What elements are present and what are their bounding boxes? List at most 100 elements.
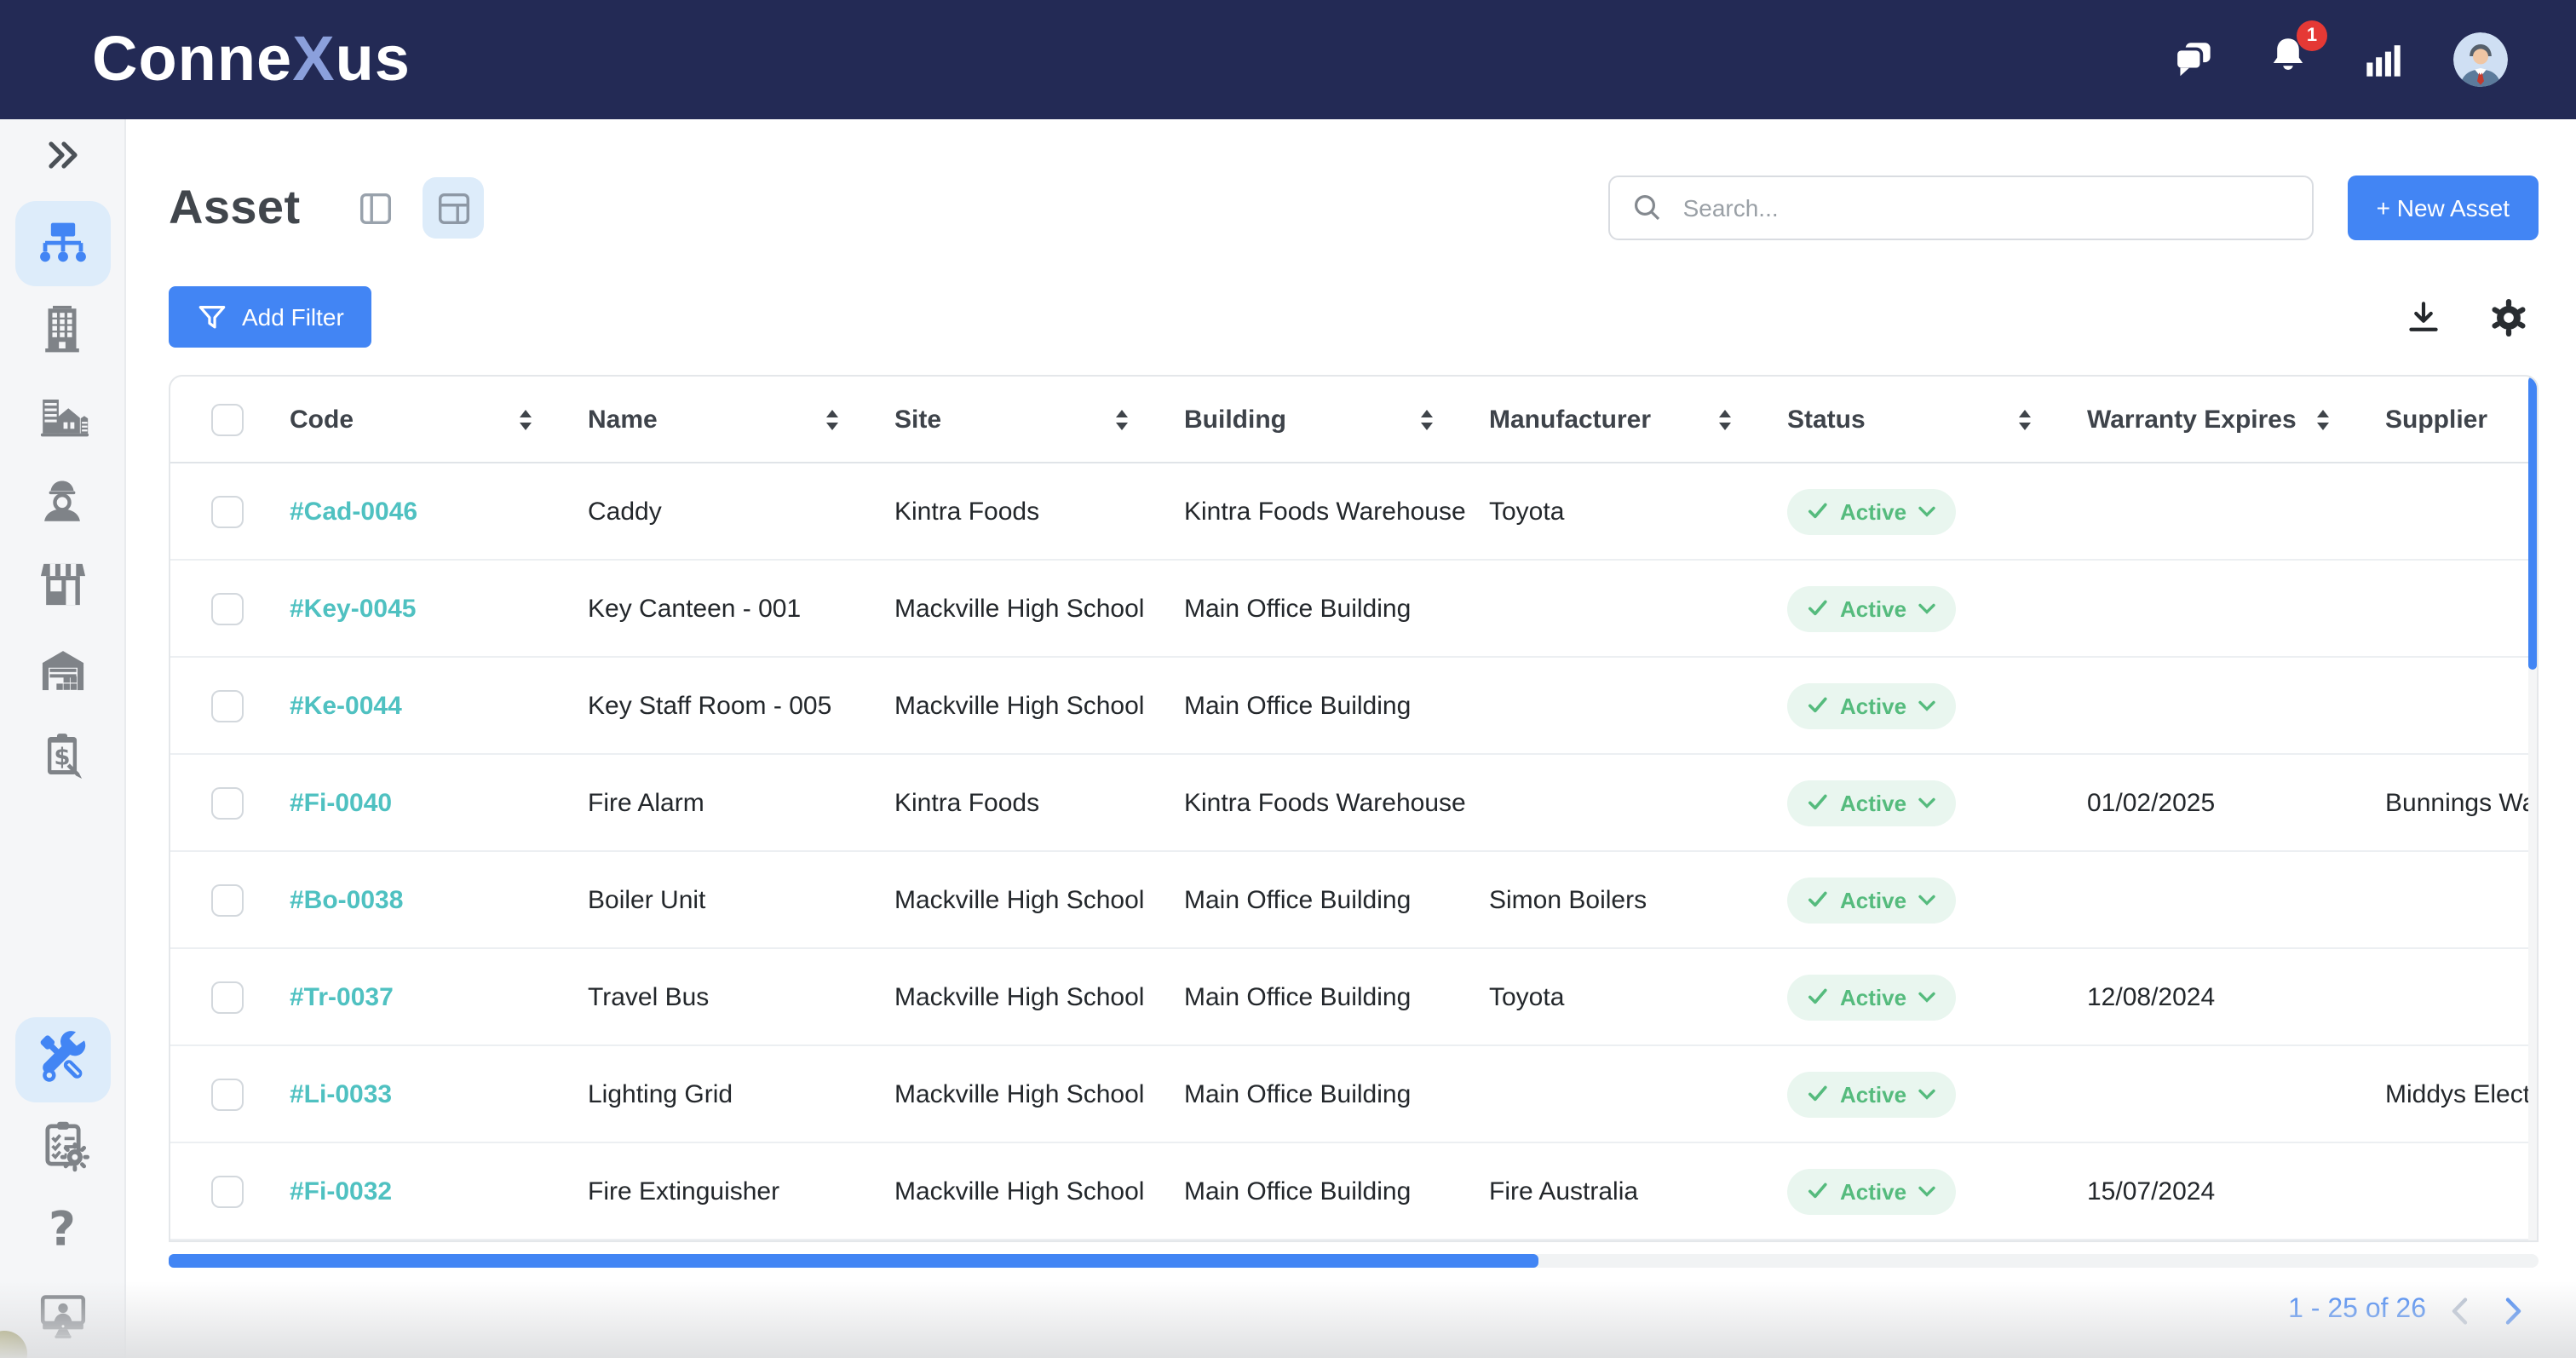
table-row[interactable]: #Ke-0044Key Staff Room - 005Mackville Hi… (170, 657, 2539, 754)
column-label-building: Building (1184, 405, 1286, 434)
sort-icon[interactable] (1717, 408, 1733, 430)
sort-icon[interactable] (2315, 408, 2331, 430)
sidebar-item-warehouse[interactable] (14, 627, 110, 712)
chat-icon[interactable] (2169, 35, 2218, 84)
table-row[interactable]: #Fi-0032Fire ExtinguisherMackville High … (170, 1142, 2539, 1240)
check-icon (1808, 697, 1828, 714)
horizontal-scrollbar-thumb[interactable] (169, 1254, 1538, 1268)
row-checkbox[interactable] (211, 689, 244, 722)
sidebar-item-remote-support[interactable] (14, 1273, 110, 1358)
cell-code[interactable]: #Bo-0038 (273, 851, 571, 948)
horizontal-scrollbar[interactable] (169, 1254, 2539, 1268)
column-header-manufacturer: Manufacturer (1472, 377, 1770, 463)
vertical-scrollbar[interactable] (2528, 377, 2537, 1240)
gear-icon[interactable] (2486, 294, 2532, 340)
cell-code[interactable]: #Cad-0046 (273, 463, 571, 560)
cell-code[interactable]: #Tr-0037 (273, 948, 571, 1045)
cell-code[interactable]: #Ke-0044 (273, 657, 571, 754)
status-badge[interactable]: Active (1787, 585, 1956, 631)
cell-building: Main Office Building (1167, 560, 1472, 657)
check-icon (1808, 503, 1828, 520)
new-asset-button[interactable]: + New Asset (2348, 176, 2539, 240)
table-row[interactable]: #Bo-0038Boiler UnitMackville High School… (170, 851, 2539, 948)
table-row[interactable]: #Fi-0040Fire AlarmKintra FoodsKintra Foo… (170, 754, 2539, 851)
table-row[interactable]: #Li-0033Lighting GridMackville High Scho… (170, 1045, 2539, 1142)
table-row[interactable]: #Key-0045Key Canteen - 001Mackville High… (170, 560, 2539, 657)
sort-icon[interactable] (518, 408, 533, 430)
sidebar-expand-button[interactable] (42, 133, 83, 177)
sort-icon[interactable] (1419, 408, 1435, 430)
status-badge[interactable]: Active (1787, 1168, 1956, 1214)
cell-site: Kintra Foods (877, 754, 1167, 851)
cell-name: Travel Bus (571, 948, 877, 1045)
cell-code[interactable]: #Key-0045 (273, 560, 571, 657)
cell-status: Active (1770, 948, 2070, 1045)
row-checkbox[interactable] (211, 1078, 244, 1110)
select-all-checkbox[interactable] (211, 403, 244, 435)
column-header-name: Name (571, 377, 877, 463)
cell-warranty-expires: 15/07/2024 (2070, 1142, 2368, 1240)
status-badge[interactable]: Active (1787, 1071, 1956, 1117)
row-checkbox[interactable] (211, 786, 244, 819)
sidebar-item-contractors[interactable] (14, 457, 110, 542)
row-checkbox[interactable] (211, 981, 244, 1013)
check-icon (1808, 1085, 1828, 1102)
cell-code[interactable]: #Li-0033 (273, 1045, 571, 1142)
page-header-row: Asset + New Asset (169, 174, 2539, 242)
status-badge[interactable]: Active (1787, 682, 1956, 728)
vertical-scrollbar-thumb[interactable] (2528, 377, 2537, 670)
app-logo[interactable]: ConneXus (92, 24, 411, 95)
add-filter-button[interactable]: Add Filter (169, 286, 371, 348)
check-icon (1808, 600, 1828, 617)
row-checkbox[interactable] (211, 1175, 244, 1207)
table-row[interactable]: #Cad-0046CaddyKintra FoodsKintra Foods W… (170, 463, 2539, 560)
layout-grid-icon (434, 188, 474, 227)
bar-chart-icon[interactable] (2358, 35, 2407, 84)
chevron-right-icon[interactable] (2491, 1288, 2535, 1332)
sidebar-item-work-orders[interactable] (14, 1102, 110, 1188)
download-icon[interactable] (2402, 296, 2445, 338)
sidebar-item-invoices[interactable]: $ (14, 712, 110, 797)
row-select-cell (170, 1142, 273, 1240)
column-header-building: Building (1167, 377, 1472, 463)
sidebar-item-suppliers[interactable] (14, 542, 110, 627)
cell-site: Mackville High School (877, 560, 1167, 657)
status-label: Active (1840, 498, 1906, 524)
column-label-status: Status (1787, 405, 1866, 434)
cell-code[interactable]: #Fi-0040 (273, 754, 571, 851)
site-buildings-icon (33, 385, 91, 443)
status-badge[interactable]: Active (1787, 974, 1956, 1020)
panel-left-view-button[interactable] (345, 177, 406, 239)
sort-icon[interactable] (2017, 408, 2033, 430)
cell-status: Active (1770, 1142, 2070, 1240)
avatar[interactable] (2453, 32, 2508, 87)
layout-view-button[interactable] (423, 177, 485, 239)
cell-code[interactable]: #Fi-0032 (273, 1142, 571, 1240)
search-box (1608, 176, 2314, 240)
cell-manufacturer (1472, 1045, 1770, 1142)
row-checkbox[interactable] (211, 883, 244, 916)
top-navigation-bar: ConneXus 1 (0, 0, 2576, 119)
sidebar-item-help[interactable]: ? (14, 1188, 110, 1273)
row-checkbox[interactable] (211, 592, 244, 624)
sidebar-item-buildings[interactable] (14, 286, 110, 371)
sidebar-item-sites[interactable] (14, 371, 110, 457)
row-select-cell (170, 754, 273, 851)
status-badge[interactable]: Active (1787, 488, 1956, 534)
sidebar-item-maintenance[interactable] (14, 1017, 110, 1102)
chevron-down-icon (1918, 602, 1935, 614)
funnel-icon (196, 301, 228, 333)
search-input[interactable] (1680, 193, 2291, 223)
sidebar-item-assets[interactable] (14, 201, 110, 286)
monitor-user-icon (33, 1286, 91, 1344)
cell-name: Fire Extinguisher (571, 1142, 877, 1240)
table-row[interactable]: #Tr-0037Travel BusMackville High SchoolM… (170, 948, 2539, 1045)
chevron-left-icon[interactable] (2436, 1288, 2481, 1332)
status-badge[interactable]: Active (1787, 877, 1956, 923)
notifications-button[interactable]: 1 (2264, 32, 2312, 88)
row-select-cell (170, 851, 273, 948)
sort-icon[interactable] (825, 408, 840, 430)
sort-icon[interactable] (1114, 408, 1130, 430)
status-badge[interactable]: Active (1787, 780, 1956, 826)
row-checkbox[interactable] (211, 495, 244, 527)
